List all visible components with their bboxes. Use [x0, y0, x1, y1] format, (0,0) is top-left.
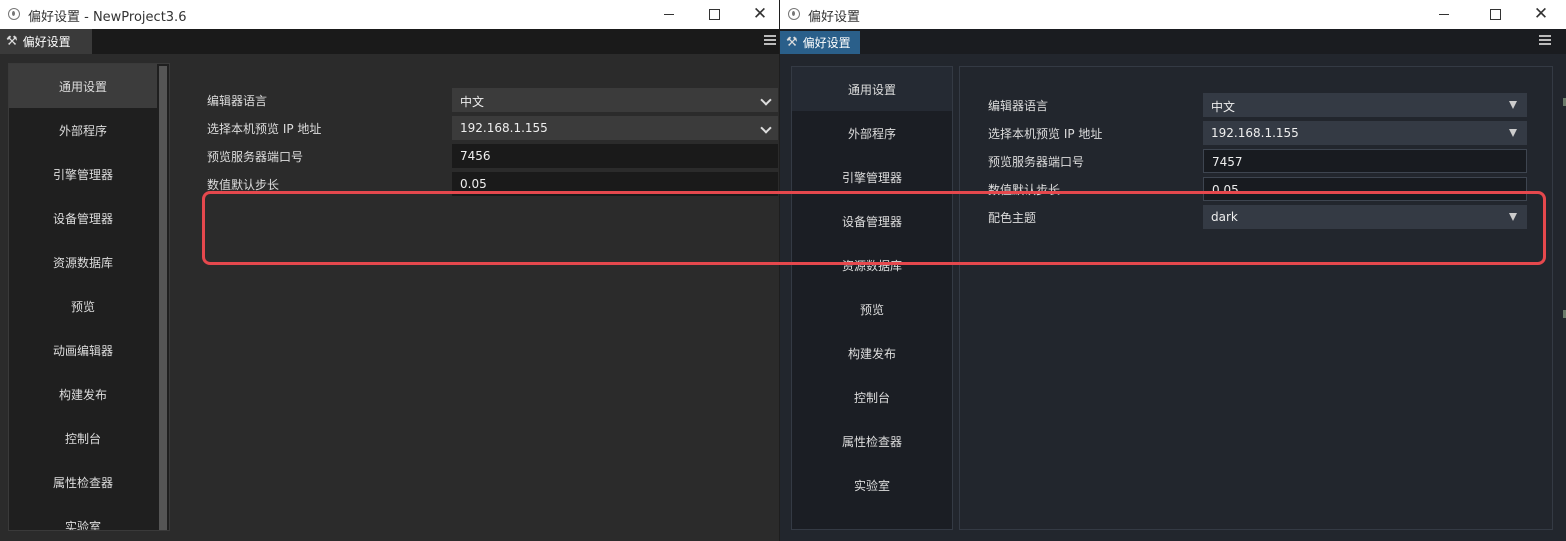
sidebar-item[interactable]: 控制台: [9, 416, 157, 460]
sidebar-item[interactable]: 属性检查器: [9, 460, 157, 504]
setting-label: 配色主题: [988, 211, 1037, 225]
setting-row: 数值默认步长 0.05: [988, 177, 1552, 201]
sidebar-item[interactable]: 实验室: [9, 504, 157, 531]
dropdown-arrow-icon: [1509, 213, 1517, 221]
minimize-button[interactable]: [646, 0, 692, 29]
sidebar-item[interactable]: 控制台: [792, 375, 952, 419]
settings-panel: 编辑器语言 中文选择本机预览 IP 地址 192.168.1.155 预览服务器端口号…: [959, 66, 1553, 530]
tab-preferences[interactable]: ⚒ 偏好设置: [780, 31, 860, 54]
setting-value: 7456: [460, 149, 491, 163]
sidebar-item[interactable]: 通用设置: [9, 64, 157, 108]
panel-menu-icon[interactable]: [1539, 35, 1551, 45]
sidebar-item[interactable]: 外部程序: [9, 108, 157, 152]
tab-bar: ⚒ 偏好设置: [0, 29, 779, 54]
setting-label: 编辑器语言: [988, 99, 1049, 113]
setting-value: 中文: [1211, 100, 1236, 114]
setting-value: 192.168.1.155: [460, 121, 548, 135]
maximize-icon: [1489, 9, 1501, 20]
setting-select[interactable]: 192.168.1.155: [452, 116, 778, 140]
dropdown-arrow-icon: [1509, 129, 1517, 137]
sidebar-item[interactable]: 引擎管理器: [9, 152, 157, 196]
tools-icon: ⚒: [786, 35, 798, 50]
sidebar-item[interactable]: 实验室: [792, 463, 952, 507]
tab-label: 偏好设置: [802, 36, 851, 50]
setting-input[interactable]: 7456: [452, 144, 778, 168]
setting-row: 编辑器语言 中文: [207, 88, 779, 112]
panel-menu-icon[interactable]: [764, 35, 776, 45]
sidebar-item[interactable]: 预览: [792, 287, 952, 331]
setting-value: 0.05: [1212, 183, 1239, 197]
title-bar: 偏好设置 ✕: [780, 0, 1566, 29]
setting-input[interactable]: 0.05: [1203, 177, 1527, 201]
sidebar-scrollbar[interactable]: [159, 66, 167, 530]
preferences-window-old: 偏好设置 - NewProject3.6 ✕ ⚒ 偏好设置 通用设置 外部程序 引擎…: [0, 0, 779, 541]
setting-row: 预览服务器端口号 7456: [207, 144, 779, 168]
sidebar-item[interactable]: 设备管理器: [792, 199, 952, 243]
dropdown-arrow-icon: [760, 94, 772, 106]
setting-select[interactable]: dark: [1203, 205, 1527, 229]
minimize-button[interactable]: [1421, 0, 1467, 29]
tools-icon: ⚒: [6, 34, 18, 49]
tab-preferences[interactable]: ⚒ 偏好设置: [0, 29, 92, 54]
setting-select[interactable]: 192.168.1.155: [1203, 121, 1527, 145]
setting-row: 选择本机预览 IP 地址 192.168.1.155: [988, 121, 1552, 145]
sidebar: 通用设置 外部程序 引擎管理器 设备管理器 资源数据库 预览 动画编辑器 构建发布 控制台 属性检…: [8, 63, 170, 531]
window-title: 偏好设置 - NewProject3.6: [28, 10, 187, 25]
tab-bar: ⚒ 偏好设置: [780, 29, 1566, 54]
setting-row: 编辑器语言 中文: [988, 93, 1552, 117]
title-bar: 偏好设置 - NewProject3.6 ✕: [0, 0, 779, 29]
setting-label: 预览服务器端口号: [207, 150, 304, 164]
sidebar-item[interactable]: 预览: [9, 284, 157, 328]
app-icon: [8, 8, 20, 20]
minimize-icon: [1439, 14, 1449, 15]
close-icon: ✕: [752, 4, 768, 24]
setting-label: 选择本机预览 IP 地址: [988, 127, 1103, 141]
sidebar-item[interactable]: 通用设置: [792, 67, 952, 111]
sidebar-item[interactable]: 引擎管理器: [792, 155, 952, 199]
setting-value: 192.168.1.155: [1211, 126, 1299, 140]
sidebar-item[interactable]: 设备管理器: [9, 196, 157, 240]
sidebar-item[interactable]: 构建发布: [792, 331, 952, 375]
maximize-icon: [708, 9, 720, 20]
sidebar-item[interactable]: 资源数据库: [9, 240, 157, 284]
setting-input[interactable]: 0.05: [452, 172, 778, 196]
sidebar-item[interactable]: 构建发布: [9, 372, 157, 416]
setting-label: 预览服务器端口号: [988, 155, 1085, 169]
preferences-window-new: 偏好设置 ✕ ⚒ 偏好设置 通用设置 外部程序 引擎管理器 设备管理器 资源数据库 预览构…: [780, 0, 1566, 541]
sidebar-list: 通用设置 外部程序 引擎管理器 设备管理器 资源数据库 预览 动画编辑器 构建发布 控制台 属性检…: [9, 64, 169, 531]
setting-row: 预览服务器端口号 7457: [988, 149, 1552, 173]
sidebar-item[interactable]: 资源数据库: [792, 243, 952, 287]
setting-label: 选择本机预览 IP 地址: [207, 122, 322, 136]
sidebar: 通用设置 外部程序 引擎管理器 设备管理器 资源数据库 预览 构建发布 控制台 属性检查器 实验室: [791, 66, 953, 530]
setting-value: 0.05: [460, 177, 487, 191]
setting-label: 数值默认步长: [988, 183, 1061, 197]
setting-value: 中文: [460, 95, 485, 109]
sidebar-list: 通用设置 外部程序 引擎管理器 设备管理器 资源数据库 预览 构建发布 控制台 属性检查器 实验室: [792, 67, 952, 507]
sidebar-item[interactable]: 外部程序: [792, 111, 952, 155]
setting-select[interactable]: 中文: [1203, 93, 1527, 117]
sidebar-item[interactable]: 属性检查器: [792, 419, 952, 463]
tab-label: 偏好设置: [22, 35, 71, 49]
sidebar-item[interactable]: 动画编辑器: [9, 328, 157, 372]
setting-value: 7457: [1212, 155, 1243, 169]
close-button[interactable]: ✕: [737, 0, 779, 29]
window-title: 偏好设置: [808, 10, 861, 25]
close-icon: ✕: [1533, 4, 1549, 24]
setting-input[interactable]: 7457: [1203, 149, 1527, 173]
dropdown-arrow-icon: [760, 122, 772, 134]
settings-panel: 编辑器语言 中文选择本机预览 IP 地址 192.168.1.155 预览服务器端口号…: [178, 63, 779, 531]
setting-value: dark: [1211, 210, 1238, 224]
minimize-icon: [664, 14, 674, 15]
dropdown-arrow-icon: [1509, 101, 1517, 109]
setting-label: 编辑器语言: [207, 94, 268, 108]
setting-select[interactable]: 中文: [452, 88, 778, 112]
setting-label: 数值默认步长: [207, 178, 280, 192]
app-icon: [788, 8, 800, 20]
setting-row: 选择本机预览 IP 地址 192.168.1.155: [207, 116, 779, 140]
maximize-button[interactable]: [691, 0, 737, 29]
setting-row: 配色主题 dark: [988, 205, 1552, 229]
setting-row: 数值默认步长 0.05: [207, 172, 779, 196]
maximize-button[interactable]: [1472, 0, 1518, 29]
close-button[interactable]: ✕: [1518, 0, 1564, 29]
